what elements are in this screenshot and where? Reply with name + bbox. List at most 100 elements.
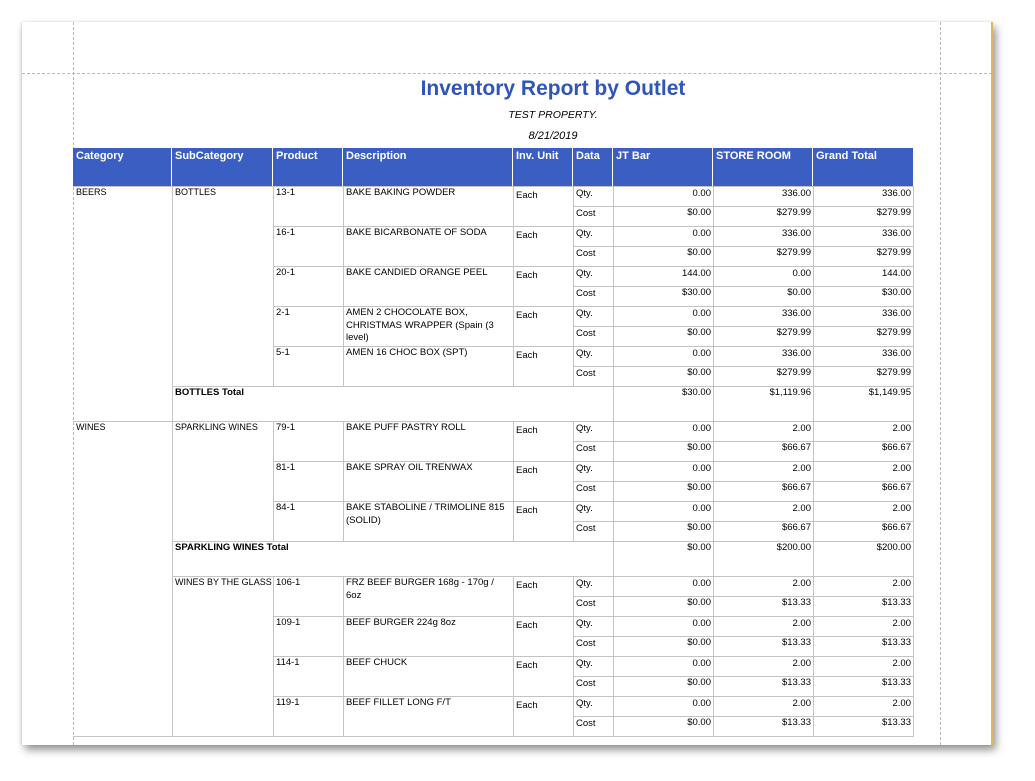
inv-unit: Each	[513, 501, 574, 542]
store-room-qty: 336.00	[713, 186, 814, 207]
data-label-cost: Cost	[573, 286, 614, 307]
store-room-qty: 336.00	[713, 306, 814, 327]
jt-bar-qty: 0.00	[613, 186, 714, 207]
subtotal-label: BOTTLES Total	[172, 386, 614, 422]
jt-bar-cost: $0.00	[613, 366, 714, 387]
product-description: BAKE BAKING POWDER	[343, 186, 514, 227]
data-label-cost: Cost	[573, 676, 614, 697]
grand-total-cost: $279.99	[813, 366, 914, 387]
subtotal-grand-total: $200.00	[813, 541, 914, 577]
store-room-cost: $279.99	[713, 246, 814, 267]
jt-bar-qty: 0.00	[613, 501, 714, 522]
column-header-grand-total: Grand Total	[813, 148, 913, 186]
store-room-cost: $279.99	[713, 366, 814, 387]
data-label-qty: Qty.	[573, 421, 614, 442]
subtotal-store-room: $1,119.96	[713, 386, 814, 422]
store-room-cost: $66.67	[713, 441, 814, 462]
product-code: 2-1	[273, 306, 344, 347]
jt-bar-qty: 0.00	[613, 576, 714, 597]
store-room-qty: 2.00	[713, 421, 814, 442]
report-date: 8/21/2019	[528, 130, 578, 142]
product-description: AMEN 2 CHOCOLATE BOX, CHRISTMAS WRAPPER …	[343, 306, 514, 347]
jt-bar-qty: 0.00	[613, 696, 714, 717]
data-label-cost: Cost	[573, 206, 614, 227]
data-label-qty: Qty.	[573, 576, 614, 597]
jt-bar-cost: $30.00	[613, 286, 714, 307]
jt-bar-cost: $0.00	[613, 441, 714, 462]
subcategory-cell: BOTTLES	[172, 186, 274, 387]
inv-unit: Each	[513, 186, 574, 227]
jt-bar-qty: 0.00	[613, 306, 714, 327]
column-header-product: Product	[273, 148, 343, 186]
jt-bar-cost: $0.00	[613, 326, 714, 347]
column-header-category: Category	[73, 148, 172, 186]
grand-total-qty: 2.00	[813, 461, 914, 482]
product-description: BAKE CANDIED ORANGE PEEL	[343, 266, 514, 307]
store-room-cost: $13.33	[713, 636, 814, 657]
report-title: Inventory Report by Outlet	[420, 77, 686, 100]
grand-total-cost: $66.67	[813, 521, 914, 542]
inv-unit: Each	[513, 576, 574, 617]
store-room-cost: $66.67	[713, 521, 814, 542]
jt-bar-cost: $0.00	[613, 636, 714, 657]
product-row: 106-1 FRZ BEEF BURGER 168g - 170g / 6oz Ea…	[273, 576, 914, 617]
subtotal-grand-total: $1,149.95	[813, 386, 914, 422]
product-code: 79-1	[273, 421, 344, 462]
grand-total-qty: 2.00	[813, 576, 914, 597]
subcategory-cell: WINES BY THE GLASS	[172, 576, 274, 737]
data-label-cost: Cost	[573, 521, 614, 542]
jt-bar-cost: $0.00	[613, 596, 714, 617]
store-room-cost: $66.67	[713, 481, 814, 502]
jt-bar-cost: $0.00	[613, 246, 714, 267]
column-header-inv-unit: Inv. Unit	[513, 148, 573, 186]
jt-bar-qty: 0.00	[613, 346, 714, 367]
product-row: 13-1 BAKE BAKING POWDER Each Qty. Cost 0.00 $0…	[273, 186, 914, 227]
product-code: 20-1	[273, 266, 344, 307]
store-room-qty: 0.00	[713, 266, 814, 287]
data-label-qty: Qty.	[573, 696, 614, 717]
grand-total-cost: $13.33	[813, 676, 914, 697]
store-room-cost: $279.99	[713, 326, 814, 347]
inv-unit: Each	[513, 421, 574, 462]
grand-total-qty: 336.00	[813, 306, 914, 327]
store-room-qty: 336.00	[713, 226, 814, 247]
page-margin-guide-right	[940, 22, 941, 745]
product-code: 5-1	[273, 346, 344, 387]
category-cell: BEERS	[73, 186, 173, 422]
column-header-description: Description	[343, 148, 513, 186]
data-label-qty: Qty.	[573, 346, 614, 367]
grand-total-cost: $66.67	[813, 481, 914, 502]
jt-bar-qty: 0.00	[613, 656, 714, 677]
jt-bar-qty: 144.00	[613, 266, 714, 287]
subtotal-jt-bar: $30.00	[613, 386, 714, 422]
store-room-cost: $13.33	[713, 716, 814, 737]
data-label-qty: Qty.	[573, 616, 614, 637]
product-description: BAKE PUFF PASTRY ROLL	[343, 421, 514, 462]
product-description: BAKE STABOLINE / TRIMOLINE 815 (SOLID)	[343, 501, 514, 542]
product-code: 81-1	[273, 461, 344, 502]
jt-bar-cost: $0.00	[613, 521, 714, 542]
product-row: 119-1 BEEF FILLET LONG F/T Each Qty. Cost 0.0…	[273, 696, 914, 737]
store-room-qty: 2.00	[713, 616, 814, 637]
inv-unit: Each	[513, 346, 574, 387]
inv-unit: Each	[513, 616, 574, 657]
jt-bar-qty: 0.00	[613, 421, 714, 442]
grand-total-cost: $279.99	[813, 326, 914, 347]
grand-total-cost: $13.33	[813, 716, 914, 737]
inv-unit: Each	[513, 656, 574, 697]
grand-total-qty: 2.00	[813, 501, 914, 522]
product-row: 2-1 AMEN 2 CHOCOLATE BOX, CHRISTMAS WRAPP…	[273, 306, 914, 347]
product-code: 119-1	[273, 696, 344, 737]
store-room-cost: $279.99	[713, 206, 814, 227]
store-room-qty: 2.00	[713, 461, 814, 482]
product-description: BEEF CHUCK	[343, 656, 514, 697]
product-code: 109-1	[273, 616, 344, 657]
data-label-cost: Cost	[573, 366, 614, 387]
product-row: 81-1 BAKE SPRAY OIL TRENWAX Each Qty. Cost 0.…	[273, 461, 914, 502]
page-margin-guide-top	[22, 73, 991, 74]
store-room-qty: 2.00	[713, 656, 814, 677]
product-row: 114-1 BEEF CHUCK Each Qty. Cost 0.00 $0.00 2.00…	[273, 656, 914, 697]
inv-unit: Each	[513, 226, 574, 267]
store-room-cost: $13.33	[713, 596, 814, 617]
store-room-qty: 336.00	[713, 346, 814, 367]
